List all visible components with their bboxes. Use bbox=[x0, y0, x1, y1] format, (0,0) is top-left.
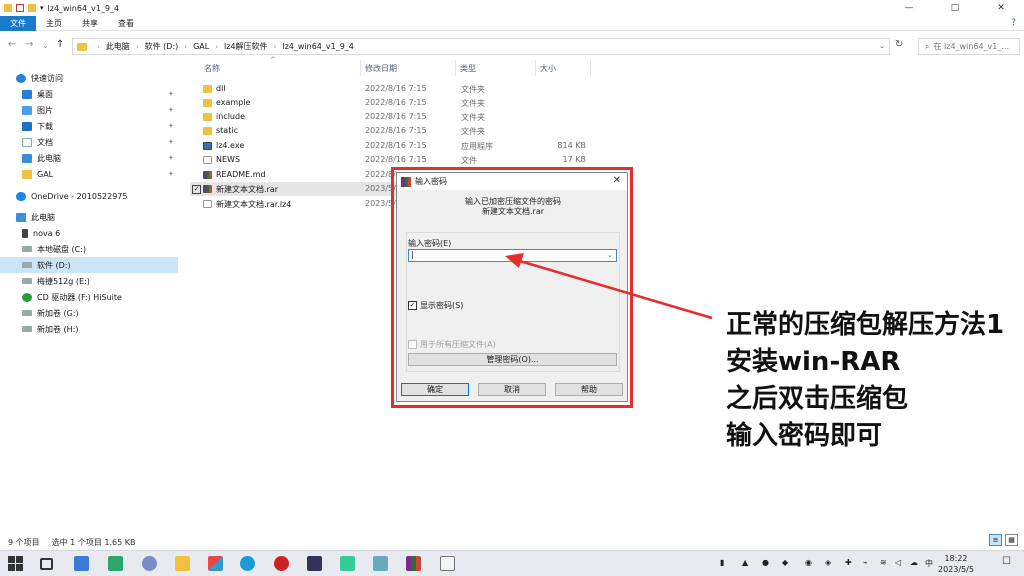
notification-icon[interactable]: ☐ bbox=[1002, 556, 1011, 567]
app-icon[interactable] bbox=[274, 556, 289, 571]
tray-icon[interactable]: ✚ bbox=[845, 558, 852, 567]
arrow-line bbox=[519, 259, 713, 320]
app-icon[interactable] bbox=[340, 556, 355, 571]
app-icon[interactable] bbox=[74, 556, 89, 571]
app-icon[interactable] bbox=[307, 556, 322, 571]
clock-date: 2023/5/5 bbox=[938, 565, 974, 574]
edge-icon[interactable] bbox=[240, 556, 255, 571]
app-icon[interactable] bbox=[108, 556, 123, 571]
ime-indicator[interactable]: 中 bbox=[925, 558, 933, 569]
wifi-icon[interactable]: ≋ bbox=[880, 558, 887, 567]
file-explorer-icon[interactable] bbox=[175, 556, 190, 571]
tray-icon[interactable]: ▮ bbox=[720, 558, 724, 567]
network-icon[interactable]: ⌁ bbox=[863, 558, 868, 567]
annotation-arrow bbox=[505, 253, 713, 320]
tray-icon[interactable]: ◉ bbox=[805, 558, 812, 567]
tray-icon[interactable]: ▲ bbox=[742, 558, 748, 567]
clock-time: 18:22 bbox=[944, 554, 968, 563]
volume-icon[interactable]: ◁ bbox=[895, 558, 901, 567]
tray-icon[interactable]: ● bbox=[762, 558, 769, 567]
task-view-icon[interactable] bbox=[40, 558, 53, 570]
tray-icon[interactable]: ◆ bbox=[782, 558, 788, 567]
app-icon[interactable] bbox=[373, 556, 388, 571]
taskbar: ▮ ▲ ● ◆ ◉ ◈ ✚ ⌁ ≋ ◁ ☁ 中 18:22 2023/5/5 ☐ bbox=[0, 550, 1024, 576]
app-icon[interactable] bbox=[142, 556, 157, 571]
annotation-line: 之后双击压缩包 bbox=[726, 384, 909, 414]
tray-icon[interactable]: ◈ bbox=[825, 558, 831, 567]
arrow-head bbox=[505, 253, 524, 268]
annotation-line: 安装win-RAR bbox=[726, 347, 901, 377]
app-icon[interactable] bbox=[208, 556, 223, 571]
annotation-line: 输入密码即可 bbox=[726, 421, 883, 451]
winrar-taskbar-icon[interactable] bbox=[406, 556, 421, 571]
app-icon[interactable] bbox=[440, 556, 455, 571]
cloud-icon[interactable]: ☁ bbox=[910, 558, 918, 567]
annotation-text: 正常的压缩包解压方法1 安装win-RAR 之后双击压缩包 输入密码即可 bbox=[726, 307, 1004, 455]
clock[interactable]: 18:22 2023/5/5 bbox=[938, 553, 974, 575]
start-button[interactable] bbox=[8, 556, 23, 571]
annotation-line: 正常的压缩包解压方法1 bbox=[726, 310, 1005, 340]
